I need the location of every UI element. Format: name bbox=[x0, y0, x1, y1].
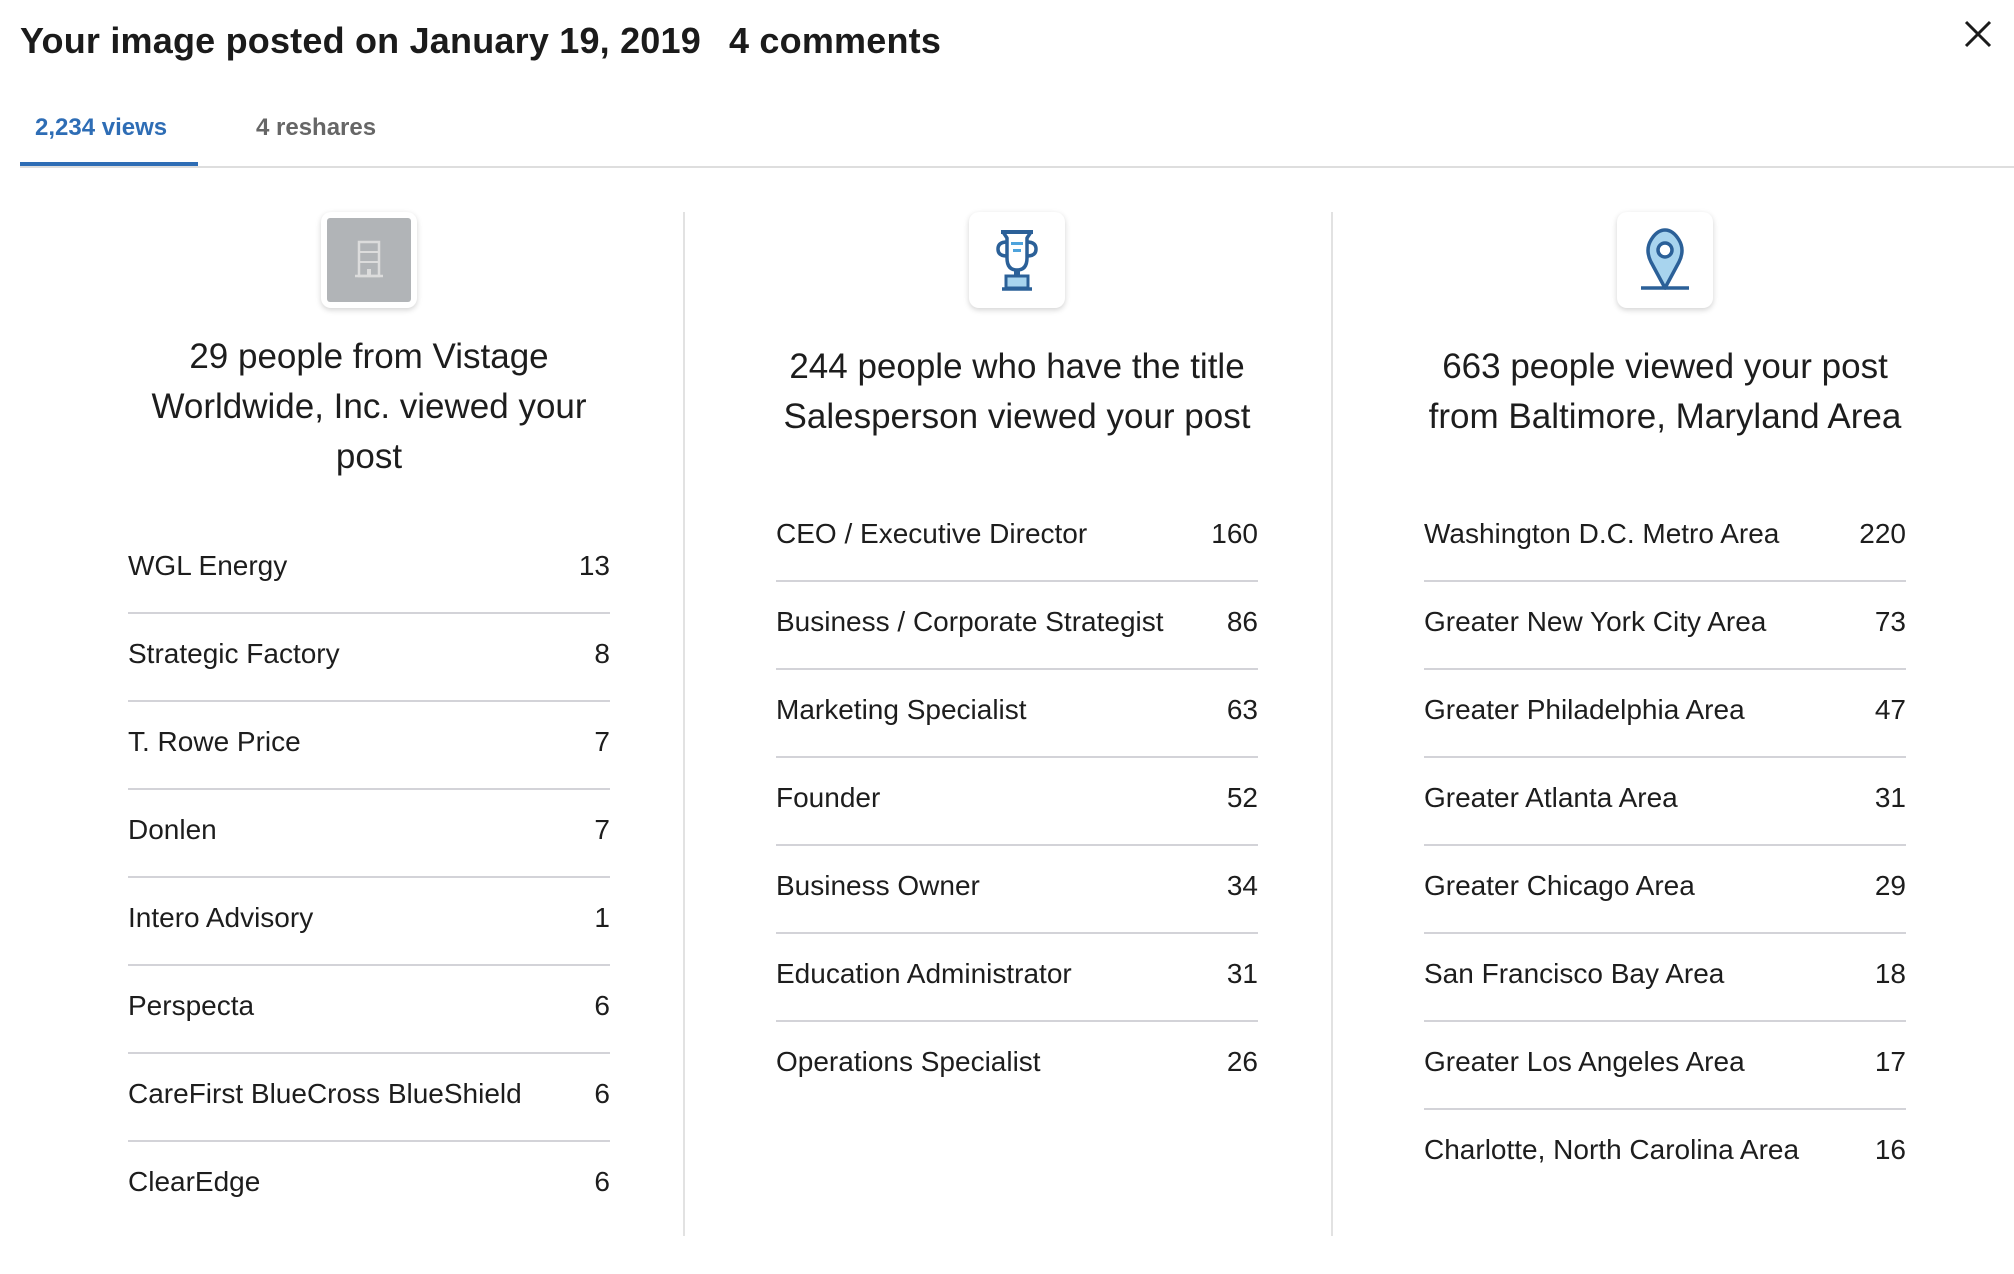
list-item[interactable]: Founder 52 bbox=[776, 758, 1258, 846]
list-item[interactable]: Greater New York City Area 73 bbox=[1424, 582, 1906, 670]
list-item[interactable]: Strategic Factory 8 bbox=[128, 614, 610, 702]
item-count: 29 bbox=[1874, 870, 1906, 901]
item-label: WGL Energy bbox=[128, 550, 288, 581]
list-item[interactable]: Donlen 7 bbox=[128, 790, 610, 878]
building-icon bbox=[327, 218, 411, 302]
post-date-title: Your image posted on January 19, 2019 bbox=[20, 20, 701, 61]
list-item[interactable]: Greater Philadelphia Area 47 bbox=[1424, 670, 1906, 758]
location-icon-card bbox=[1617, 212, 1713, 308]
list-item[interactable]: CEO / Executive Director 160 bbox=[776, 494, 1258, 582]
title-heading: 244 people who have the title Salesperso… bbox=[783, 347, 1251, 436]
item-label: Greater Chicago Area bbox=[1424, 870, 1695, 901]
item-count: 73 bbox=[1874, 606, 1906, 637]
title-list: CEO / Executive Director 160 Business / C… bbox=[776, 494, 1258, 1108]
tabs-divider bbox=[20, 166, 2014, 168]
item-count: 16 bbox=[1874, 1134, 1906, 1165]
item-label: Marketing Specialist bbox=[776, 694, 1027, 725]
item-count: 18 bbox=[1874, 958, 1906, 989]
item-label: Greater Philadelphia Area bbox=[1424, 694, 1745, 725]
list-item[interactable]: Business / Corporate Strategist 86 bbox=[776, 582, 1258, 670]
item-count: 34 bbox=[1226, 870, 1258, 901]
item-count: 160 bbox=[1211, 518, 1258, 549]
list-item[interactable]: Operations Specialist 26 bbox=[776, 1022, 1258, 1108]
comments-link[interactable]: 4 comments bbox=[729, 20, 941, 61]
analytics-tabs: 2,234 views 4 reshares bbox=[20, 100, 2014, 166]
tab-reshares[interactable]: 4 reshares bbox=[256, 114, 376, 142]
company-icon-card bbox=[321, 212, 417, 308]
item-label: Founder bbox=[776, 782, 881, 813]
tab-views[interactable]: 2,234 views bbox=[35, 114, 167, 142]
item-label: Strategic Factory bbox=[128, 638, 340, 669]
list-item[interactable]: Education Administrator 31 bbox=[776, 934, 1258, 1022]
item-label: Business Owner bbox=[776, 870, 980, 901]
item-count: 6 bbox=[594, 990, 610, 1021]
item-label: Business / Corporate Strategist bbox=[776, 606, 1164, 637]
item-label: ClearEdge bbox=[128, 1166, 261, 1197]
trophy-icon bbox=[996, 230, 1038, 291]
list-item[interactable]: Greater Atlanta Area 31 bbox=[1424, 758, 1906, 846]
list-item[interactable]: San Francisco Bay Area 18 bbox=[1424, 934, 1906, 1022]
item-count: 6 bbox=[594, 1078, 610, 1109]
item-label: Greater Los Angeles Area bbox=[1424, 1046, 1745, 1077]
company-column: 29 people from Vistage Worldwide, Inc. v… bbox=[128, 212, 610, 1228]
item-count: 13 bbox=[578, 550, 610, 581]
list-item[interactable]: Greater Chicago Area 29 bbox=[1424, 846, 1906, 934]
item-count: 6 bbox=[594, 1166, 610, 1197]
item-label: CEO / Executive Director bbox=[776, 518, 1088, 549]
item-count: 220 bbox=[1859, 518, 1906, 549]
item-label: Greater New York City Area bbox=[1424, 606, 1767, 637]
item-label: Intero Advisory bbox=[128, 902, 314, 933]
title-icon-card bbox=[969, 212, 1065, 308]
company-heading: 29 people from Vistage Worldwide, Inc. v… bbox=[151, 337, 587, 476]
list-item[interactable]: T. Rowe Price 7 bbox=[128, 702, 610, 790]
item-count: 7 bbox=[594, 726, 610, 757]
item-count: 86 bbox=[1226, 606, 1258, 637]
list-item[interactable]: Intero Advisory 1 bbox=[128, 878, 610, 966]
list-item[interactable]: Perspecta 6 bbox=[128, 966, 610, 1054]
post-title: Your image posted on January 19, 2019 4 c… bbox=[20, 20, 941, 62]
list-item[interactable]: ClearEdge 6 bbox=[128, 1142, 610, 1228]
column-divider bbox=[1331, 212, 1333, 1236]
list-item[interactable]: Marketing Specialist 63 bbox=[776, 670, 1258, 758]
item-count: 26 bbox=[1226, 1046, 1258, 1077]
list-item[interactable]: CareFirst BlueCross BlueShield 6 bbox=[128, 1054, 610, 1142]
item-label: Operations Specialist bbox=[776, 1046, 1041, 1077]
title-column: 244 people who have the title Salesperso… bbox=[776, 212, 1258, 1108]
location-list: Washington D.C. Metro Area 220 Greater Ne… bbox=[1424, 494, 1906, 1196]
item-count: 1 bbox=[594, 902, 610, 933]
item-count: 17 bbox=[1874, 1046, 1906, 1077]
item-label: Greater Atlanta Area bbox=[1424, 782, 1678, 813]
item-count: 52 bbox=[1226, 782, 1258, 813]
item-label: T. Rowe Price bbox=[128, 726, 301, 757]
item-label: Donlen bbox=[128, 814, 217, 845]
list-item[interactable]: Washington D.C. Metro Area 220 bbox=[1424, 494, 1906, 582]
item-label: Charlotte, North Carolina Area bbox=[1424, 1134, 1800, 1165]
list-item[interactable]: Business Owner 34 bbox=[776, 846, 1258, 934]
item-count: 47 bbox=[1874, 694, 1906, 725]
item-label: Education Administrator bbox=[776, 958, 1072, 989]
list-item[interactable]: Greater Los Angeles Area 17 bbox=[1424, 1022, 1906, 1110]
location-heading: 663 people viewed your post from Baltimo… bbox=[1428, 347, 1902, 436]
location-pin-icon bbox=[1641, 228, 1689, 290]
list-item[interactable]: WGL Energy 13 bbox=[128, 526, 610, 614]
item-label: Perspecta bbox=[128, 990, 255, 1021]
item-label: Washington D.C. Metro Area bbox=[1424, 518, 1780, 549]
item-count: 8 bbox=[594, 638, 610, 669]
item-count: 7 bbox=[594, 814, 610, 845]
close-button[interactable] bbox=[1958, 14, 1998, 54]
item-count: 31 bbox=[1874, 782, 1906, 813]
location-column: 663 people viewed your post from Baltimo… bbox=[1424, 212, 1906, 1196]
item-label: San Francisco Bay Area bbox=[1424, 958, 1725, 989]
item-label: CareFirst BlueCross BlueShield bbox=[128, 1078, 522, 1109]
list-item[interactable]: Charlotte, North Carolina Area 16 bbox=[1424, 1110, 1906, 1196]
company-list: WGL Energy 13 Strategic Factory 8 T. Rowe … bbox=[128, 526, 610, 1228]
column-divider bbox=[683, 212, 685, 1236]
close-icon bbox=[1964, 20, 1992, 48]
item-count: 63 bbox=[1226, 694, 1258, 725]
item-count: 31 bbox=[1226, 958, 1258, 989]
